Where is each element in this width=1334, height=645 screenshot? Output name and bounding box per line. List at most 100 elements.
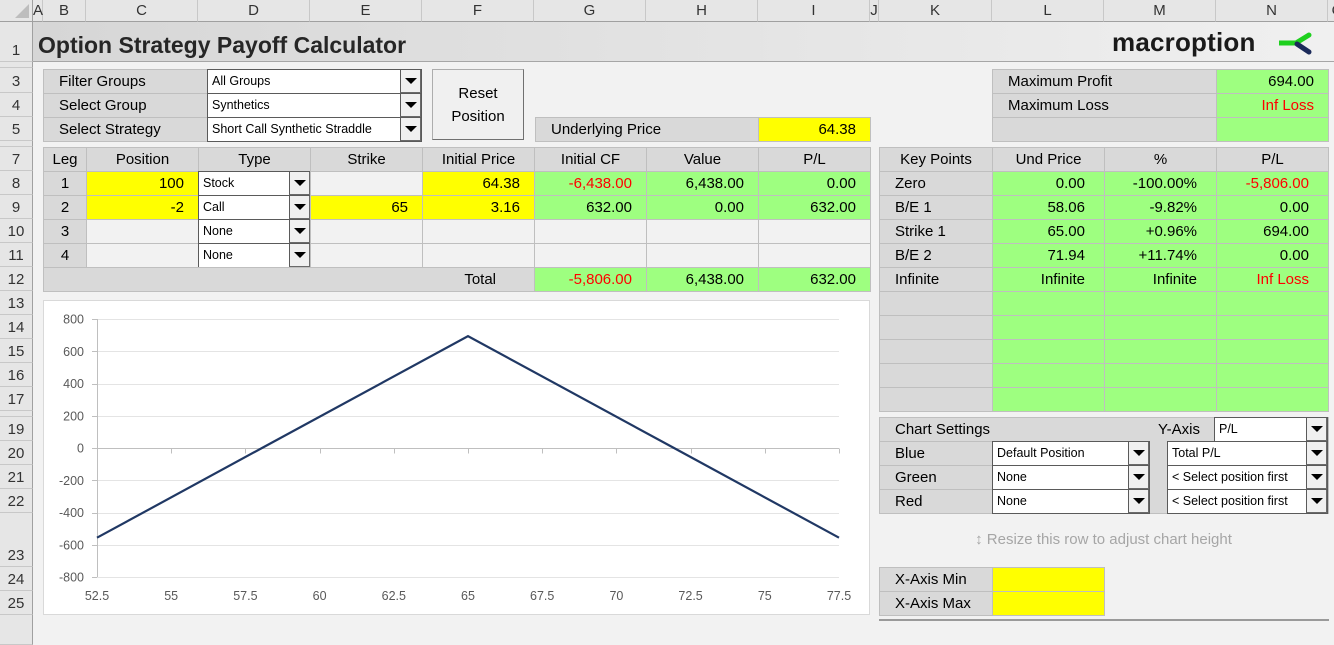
leg-position-input[interactable]: 100 [86, 171, 199, 196]
column-header-c[interactable]: C [86, 0, 198, 22]
row-header-10[interactable]: 10 [0, 219, 33, 243]
dropdown-arrow-button[interactable] [400, 118, 421, 141]
y-axis-dropdown[interactable]: P/L [1214, 417, 1328, 442]
select-strategy-dropdown[interactable]: Short Call Synthetic Straddle [207, 117, 422, 142]
row-header-22[interactable]: 22 [0, 489, 33, 513]
green-position-dropdown[interactable]: None [992, 465, 1150, 490]
leg-position-input[interactable]: -2 [86, 195, 199, 220]
dropdown-arrow-button[interactable] [289, 220, 310, 243]
leg-position-input[interactable] [86, 219, 199, 244]
leg-type-dropdown[interactable]: Call [198, 195, 311, 220]
row-header-24[interactable]: 24 [0, 567, 33, 591]
underlying-price-input[interactable]: 64.38 [758, 117, 871, 142]
leg-type-dropdown[interactable]: None [198, 243, 311, 268]
select-all-corner[interactable] [0, 0, 33, 22]
row-number: 8 [11, 175, 21, 192]
row-number: 1 [11, 42, 21, 59]
reset-button-label-line1: Reset [458, 85, 498, 102]
leg-position-input[interactable] [86, 243, 199, 268]
filter-groups-dropdown[interactable]: All Groups [207, 69, 422, 94]
column-header-j[interactable]: J [870, 0, 879, 22]
row-header-15[interactable]: 15 [0, 339, 33, 363]
leg-initial-price-input[interactable]: 64.38 [422, 171, 535, 196]
leg-strike-input[interactable] [310, 243, 423, 268]
row-header-23[interactable]: 23 [0, 513, 33, 567]
row-header-14[interactable]: 14 [0, 315, 33, 339]
dropdown-arrow-button[interactable] [289, 244, 310, 267]
red-position-dropdown[interactable]: None [992, 489, 1150, 514]
dropdown-arrow-button[interactable] [1128, 490, 1149, 513]
green-position-value: None [997, 470, 1027, 484]
row-header-1[interactable]: 1 [0, 22, 33, 62]
column-header-b[interactable]: B [43, 0, 86, 22]
green-metric-dropdown[interactable]: < Select position first [1167, 465, 1328, 490]
dropdown-arrow-button[interactable] [1128, 442, 1149, 465]
blue-position-dropdown[interactable]: Default Position [992, 441, 1150, 466]
leg-type-dropdown[interactable]: Stock [198, 171, 311, 196]
leg-initial-price-input[interactable] [422, 219, 535, 244]
x-axis-max-input[interactable] [992, 591, 1105, 616]
row-header-19[interactable]: 19 [0, 417, 33, 441]
row-header-21[interactable]: 21 [0, 465, 33, 489]
column-header-g[interactable]: G [534, 0, 646, 22]
dropdown-arrow-button[interactable] [289, 172, 310, 195]
column-header-h[interactable]: H [646, 0, 758, 22]
column-header-n[interactable]: N [1216, 0, 1328, 22]
maximum-profit-label: Maximum Profit [992, 69, 1217, 94]
dropdown-arrow-button[interactable] [400, 70, 421, 93]
key-point-name: Strike 1 [879, 219, 993, 244]
leg-pl: 0.00 [758, 171, 871, 196]
leg-type-value: None [203, 248, 233, 262]
row-header-5[interactable]: 5 [0, 117, 33, 141]
leg-strike-input[interactable] [310, 219, 423, 244]
column-header-a[interactable]: A [33, 0, 43, 22]
column-header-e[interactable]: E [310, 0, 422, 22]
dropdown-arrow-button[interactable] [1306, 466, 1327, 489]
dropdown-arrow-button[interactable] [1128, 466, 1149, 489]
dropdown-arrow-button[interactable] [400, 94, 421, 117]
leg-strike-input[interactable]: 65 [310, 195, 423, 220]
red-metric-dropdown[interactable]: < Select position first [1167, 489, 1328, 514]
column-header-f[interactable]: F [422, 0, 534, 22]
column-header-o[interactable]: O [1328, 0, 1334, 22]
select-group-dropdown[interactable]: Synthetics [207, 93, 422, 118]
row-header-4[interactable]: 4 [0, 93, 33, 117]
row-header-12[interactable]: 12 [0, 267, 33, 291]
leg-initial-price-input[interactable]: 3.16 [422, 195, 535, 220]
row-header-13[interactable]: 13 [0, 291, 33, 315]
key-point-name: Infinite [879, 267, 993, 292]
row-header-8[interactable]: 8 [0, 171, 33, 195]
blue-metric-dropdown[interactable]: Total P/L [1167, 441, 1328, 466]
column-header-d[interactable]: D [198, 0, 310, 22]
column-header-l[interactable]: L [992, 0, 1104, 22]
leg-strike-input[interactable] [310, 171, 423, 196]
y-tick-label: 0 [77, 442, 84, 456]
row-header-17[interactable]: 17 [0, 387, 33, 411]
leg-value: 6,438.00 [646, 171, 759, 196]
row-header-11[interactable]: 11 [0, 243, 33, 267]
leg-initial-price-input[interactable] [422, 243, 535, 268]
column-header-i[interactable]: I [758, 0, 870, 22]
row-header-3[interactable]: 3 [0, 68, 33, 93]
row-header-7[interactable]: 7 [0, 147, 33, 171]
reset-position-button[interactable]: Reset Position [432, 69, 524, 140]
x-axis-min-input[interactable] [992, 567, 1105, 592]
row-header-16[interactable]: 16 [0, 363, 33, 387]
row-header-25[interactable]: 25 [0, 591, 33, 615]
dropdown-arrow-button[interactable] [1306, 418, 1327, 441]
dropdown-arrow-button[interactable] [1306, 442, 1327, 465]
resize-hint: ↕ Resize this row to adjust chart height [879, 528, 1328, 552]
column-header-m[interactable]: M [1104, 0, 1216, 22]
logo-text: macroption [1112, 27, 1256, 57]
row-header-20[interactable]: 20 [0, 441, 33, 465]
resize-hint-text: Resize this row to adjust chart height [986, 531, 1232, 548]
summary-empty-value [1216, 117, 1329, 142]
row-header-9[interactable]: 9 [0, 195, 33, 219]
leg-type-dropdown[interactable]: None [198, 219, 311, 244]
leg-pl [758, 219, 871, 244]
column-header-k[interactable]: K [879, 0, 992, 22]
row-header-26[interactable] [0, 615, 33, 645]
dropdown-arrow-button[interactable] [289, 196, 310, 219]
dropdown-arrow-button[interactable] [1306, 490, 1327, 513]
key-point-empty-cell [992, 387, 1105, 412]
